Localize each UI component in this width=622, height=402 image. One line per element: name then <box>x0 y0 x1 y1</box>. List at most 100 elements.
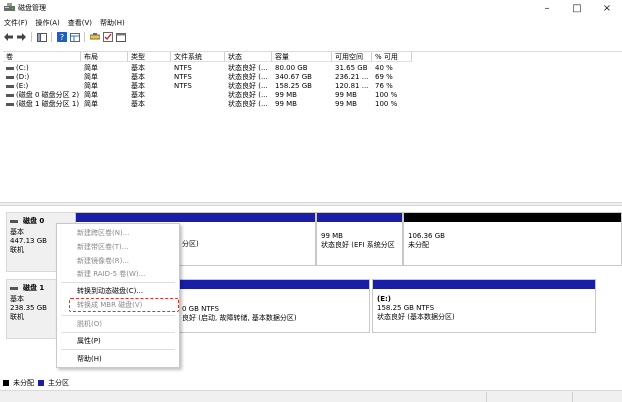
connect-button[interactable] <box>89 32 100 43</box>
cell-capacity: 99 MB <box>275 100 297 108</box>
pane-splitter[interactable] <box>0 202 622 206</box>
volume-icon <box>6 102 14 106</box>
layout-button[interactable] <box>69 32 80 43</box>
partition-disk1-e[interactable]: (E:) 158.25 GB NTFS 状态良好 (基本数据分区) <box>372 279 596 333</box>
menu-new-raid5-volume[interactable]: 新建 RAID-5 卷(W)... <box>77 269 145 279</box>
help-icon: ? <box>56 32 67 42</box>
cell-filesystem: NTFS <box>174 64 192 72</box>
status-segment <box>572 392 573 402</box>
svg-text:?: ? <box>59 33 63 42</box>
volume-icon <box>6 75 14 79</box>
partition-size: 158.25 GB NTFS <box>377 304 435 312</box>
menu-action[interactable]: 操作(A) <box>32 17 64 29</box>
table-row[interactable]: (D:) 简单 基本 NTFS 状态良好 (... 340.67 GB 236.… <box>3 73 622 82</box>
check-button[interactable] <box>102 32 113 43</box>
volume-icon <box>6 84 14 88</box>
partition-status: 状态良好 (基本数据分区) <box>377 313 455 321</box>
column-filesystem[interactable]: 文件系统 <box>171 52 225 62</box>
window-title: 磁盘管理 <box>18 4 46 12</box>
unallocated-swatch <box>3 380 9 386</box>
menu-file[interactable]: 文件(F) <box>0 17 32 29</box>
menu-offline[interactable]: 脱机(O) <box>77 319 102 329</box>
partition-disk0-unallocated[interactable]: 106.36 GB 未分配 <box>403 212 622 266</box>
table-row[interactable]: (磁盘 1 磁盘分区 1) 简单 基本 状态良好 (... 99 MB 99 M… <box>3 100 622 109</box>
window-icon <box>115 32 126 42</box>
cell-free-space: 31.65 GB <box>335 64 368 72</box>
link-icon <box>89 33 100 40</box>
forward-button[interactable] <box>16 32 27 43</box>
cell-status: 状态良好 (... <box>228 100 268 108</box>
disk-name: 磁盘 1 <box>23 284 45 292</box>
column-capacity[interactable]: 容量 <box>272 52 332 62</box>
toolbar: ? <box>0 30 622 44</box>
cell-capacity: 340.67 GB <box>275 73 312 81</box>
primary-swatch <box>38 380 44 386</box>
legend-primary: 主分区 <box>48 379 69 387</box>
volume-name: (C:) <box>16 64 29 72</box>
table-row[interactable]: (磁盘 0 磁盘分区 2) 简单 基本 状态良好 (... 99 MB 99 M… <box>3 91 622 100</box>
back-button[interactable] <box>3 32 14 43</box>
table-row[interactable]: (E:) 简单 基本 NTFS 状态良好 (... 158.25 GB 120.… <box>3 82 622 91</box>
menu-help[interactable]: 帮助(H) <box>77 354 102 364</box>
volume-list: 卷 布局 类型 文件系统 状态 容量 可用空间 % 可用 (C:) 简单 基本 … <box>3 51 622 201</box>
cell-status: 状态良好 (... <box>228 73 268 81</box>
status-bar <box>0 390 622 402</box>
table-header: 卷 布局 类型 文件系统 状态 容量 可用空间 % 可用 <box>3 52 622 62</box>
table-row[interactable]: (C:) 简单 基本 NTFS 状态良好 (... 80.00 GB 31.65… <box>3 64 622 73</box>
menu-new-striped-volume[interactable]: 新建带区卷(T)... <box>77 242 128 252</box>
disk-name: 磁盘 0 <box>23 217 45 225</box>
column-layout[interactable]: 布局 <box>81 52 128 62</box>
cell-status: 状态良好 (... <box>228 82 268 90</box>
cell-percent-free: 40 % <box>375 64 393 72</box>
cell-type: 基本 <box>131 91 145 99</box>
title-bar: 磁盘管理 – □ × <box>0 0 622 16</box>
cell-filesystem: NTFS <box>174 82 192 90</box>
primary-partition-bar <box>76 213 315 222</box>
legend: 未分配 主分区 <box>3 378 622 388</box>
grid-icon <box>69 32 80 42</box>
menu-separator <box>61 349 175 350</box>
menu-new-mirrored-volume[interactable]: 新建镜像卷(R)... <box>77 256 129 266</box>
menu-separator <box>61 332 175 333</box>
cell-free-space: 99 MB <box>335 100 357 108</box>
cell-layout: 简单 <box>84 100 98 108</box>
column-type[interactable]: 类型 <box>128 52 171 62</box>
column-volume[interactable]: 卷 <box>3 52 81 62</box>
column-status[interactable]: 状态 <box>225 52 272 62</box>
legend-unallocated: 未分配 <box>13 379 34 387</box>
cell-layout: 简单 <box>84 82 98 90</box>
column-free-space[interactable]: 可用空间 <box>332 52 372 62</box>
cell-percent-free: 76 % <box>375 82 393 90</box>
partition-status: 未分配 <box>408 241 429 249</box>
maximize-button[interactable]: □ <box>562 0 592 16</box>
menu-properties[interactable]: 属性(P) <box>77 336 101 346</box>
cell-capacity: 99 MB <box>275 91 297 99</box>
volume-name: (磁盘 0 磁盘分区 2) <box>16 91 80 99</box>
menu-convert-dynamic[interactable]: 转换到动态磁盘(C)... <box>77 286 143 296</box>
properties-button[interactable] <box>115 32 126 43</box>
context-menu: 新建跨区卷(N)... 新建带区卷(T)... 新建镜像卷(R)... 新建 R… <box>56 223 180 368</box>
partition-disk0-efi[interactable]: 99 MB 状态良好 (EFI 系统分区 <box>316 212 403 266</box>
volume-name: (E:) <box>16 82 29 90</box>
menu-new-spanned-volume[interactable]: 新建跨区卷(N)... <box>77 228 129 238</box>
cell-type: 基本 <box>131 100 145 108</box>
column-percent-free[interactable]: % 可用 <box>372 52 412 62</box>
partition-status: 状态良好 (EFI 系统分区 <box>321 241 395 249</box>
menu-help[interactable]: 帮助(H) <box>96 17 129 29</box>
console-tree-button[interactable] <box>36 32 47 43</box>
partition-title: (E:) <box>377 295 391 303</box>
cell-layout: 简单 <box>84 73 98 81</box>
menu-view[interactable]: 查看(V) <box>64 17 96 29</box>
menu-separator <box>61 315 175 316</box>
cell-status: 状态良好 (... <box>228 64 268 72</box>
partition-status: 良好 (启动, 故障转储, 基本数据分区) <box>182 314 297 322</box>
minimize-button[interactable]: – <box>532 0 562 16</box>
cell-type: 基本 <box>131 64 145 72</box>
volume-icon <box>6 66 14 70</box>
unallocated-bar <box>404 213 621 222</box>
partition-size: 99 MB <box>321 232 343 240</box>
help-button[interactable]: ? <box>56 32 67 43</box>
cell-status: 状态良好 (... <box>228 91 268 99</box>
toolbar-separator <box>84 32 85 42</box>
close-button[interactable]: × <box>592 0 622 16</box>
